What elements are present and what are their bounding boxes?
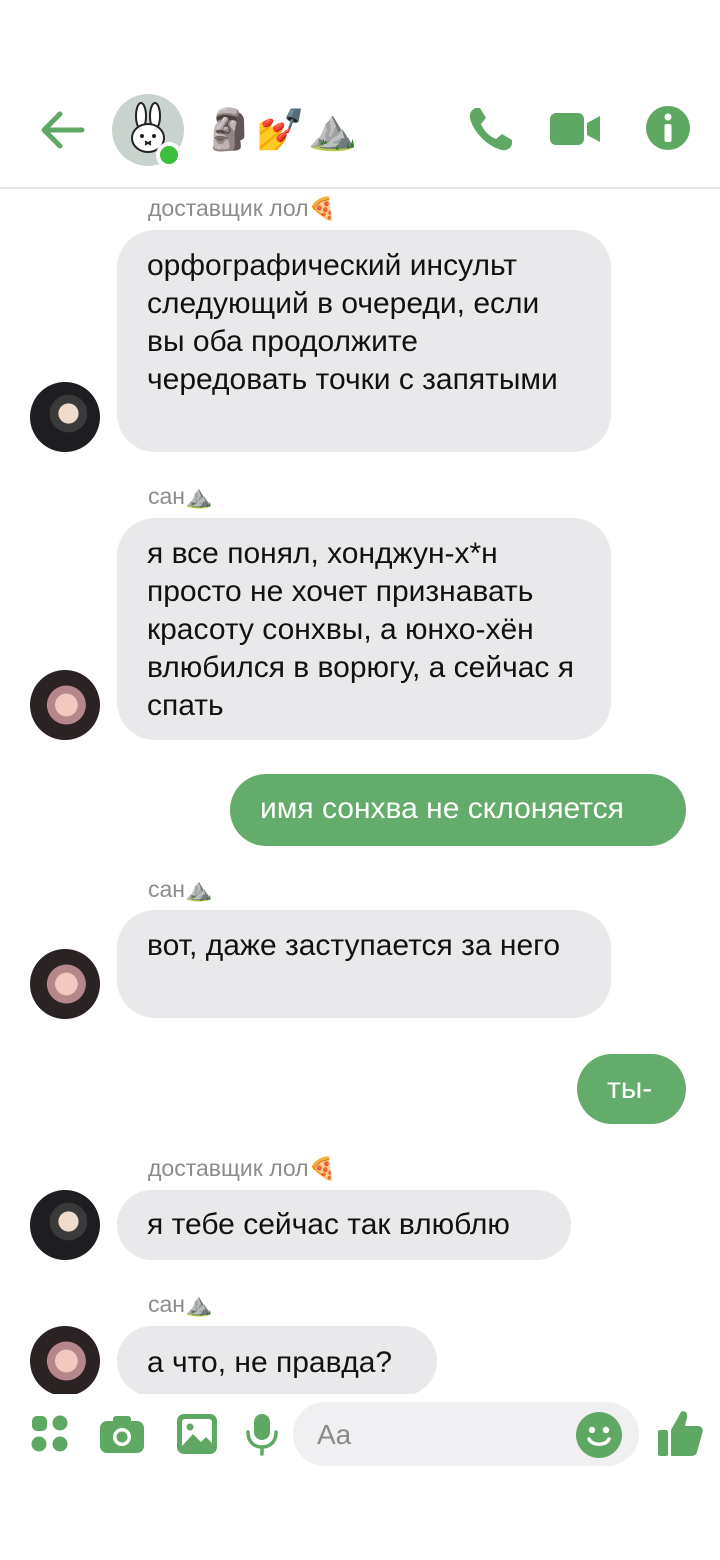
sender-avatar[interactable] [30, 949, 100, 1019]
message-text: имя сонхва не склоняется [260, 792, 624, 825]
emoji-smiley-icon[interactable] [575, 1411, 623, 1459]
message-text: ты- [607, 1072, 653, 1105]
sender-name: сан⛰️ [148, 1291, 213, 1318]
incoming-message-bubble[interactable]: вот, даже заступается за него [117, 910, 611, 1018]
chat-header: 🗿💅⛰️ [0, 0, 720, 189]
phone-call-icon[interactable] [466, 104, 516, 154]
sender-name: доставщик лол🍕 [148, 1155, 337, 1182]
message-text: а что, не правда? [147, 1346, 393, 1379]
sender-avatar[interactable] [30, 1326, 100, 1394]
sender-avatar[interactable] [30, 382, 100, 452]
incoming-message-bubble[interactable]: орфографический инсульт следующий в очер… [117, 230, 611, 452]
camera-icon[interactable] [99, 1412, 144, 1456]
thumbs-up-icon[interactable] [656, 1408, 704, 1458]
message-text: я тебе сейчас так влюблю [147, 1208, 510, 1241]
back-arrow-icon[interactable] [38, 106, 86, 154]
sender-avatar[interactable] [30, 670, 100, 740]
message-text: вот, даже заступается за него [147, 929, 561, 962]
info-icon[interactable] [644, 104, 694, 154]
gallery-icon[interactable] [175, 1412, 219, 1456]
incoming-message-bubble[interactable]: а что, не правда? [117, 1326, 437, 1394]
incoming-message-bubble[interactable]: я тебе сейчас так влюблю [117, 1190, 571, 1260]
outgoing-message-bubble[interactable]: ты- [577, 1054, 686, 1124]
message-text: я все понял, хонджун-х*н просто не хочет… [147, 537, 574, 722]
group-title[interactable]: 🗿💅⛰️ [204, 108, 359, 152]
microphone-icon[interactable] [244, 1412, 288, 1456]
sender-name: сан⛰️ [148, 876, 213, 903]
incoming-message-bubble[interactable]: я все понял, хонджун-х*н просто не хочет… [117, 518, 611, 740]
message-composer [0, 1394, 720, 1484]
sender-name: сан⛰️ [148, 483, 213, 510]
message-list[interactable]: доставщик лол🍕 орфографический инсульт с… [0, 189, 720, 1394]
message-input[interactable] [317, 1419, 557, 1451]
more-apps-icon[interactable] [28, 1412, 72, 1456]
sender-avatar[interactable] [30, 1190, 100, 1260]
message-input-container [293, 1402, 639, 1466]
video-call-icon[interactable] [550, 104, 600, 154]
message-text: орфографический инсульт следующий в очер… [147, 249, 558, 396]
online-status-dot [156, 142, 182, 168]
outgoing-message-bubble[interactable]: имя сонхва не склоняется [230, 774, 686, 846]
sender-name: доставщик лол🍕 [148, 195, 337, 222]
